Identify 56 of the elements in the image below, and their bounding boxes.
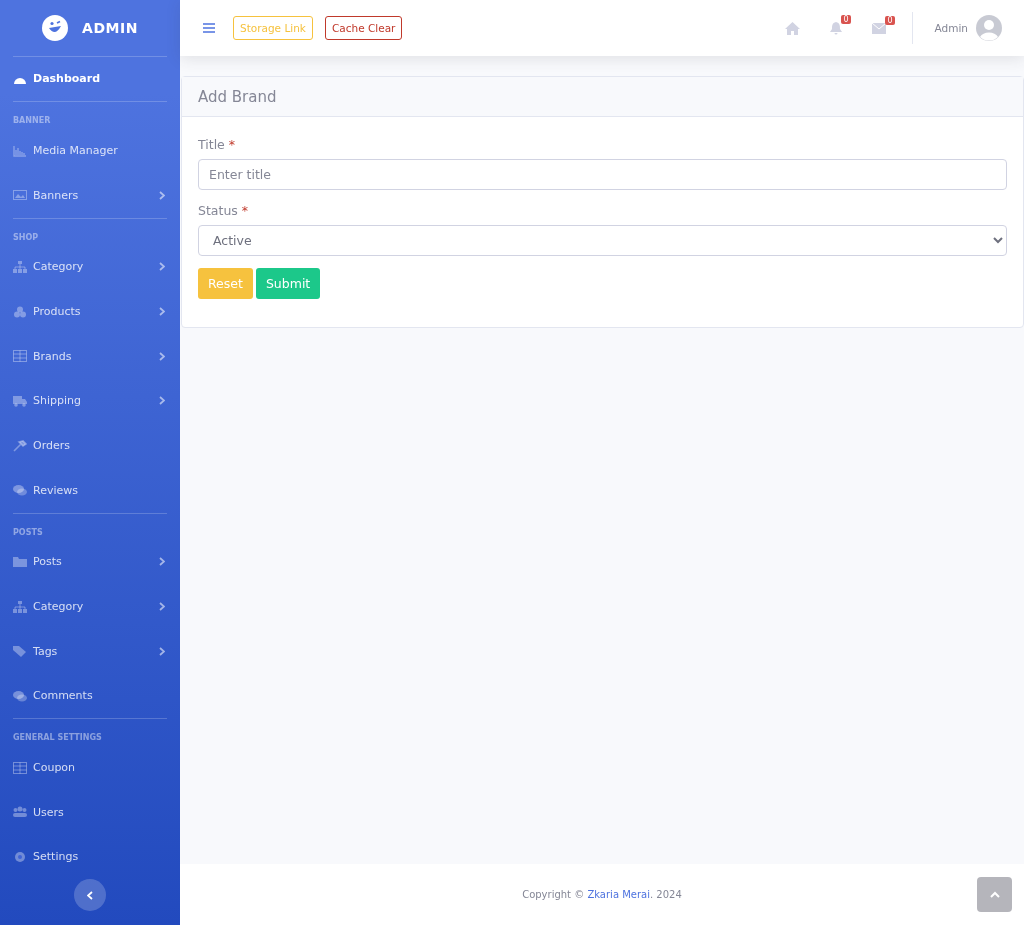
sidebar-item[interactable]: Banners bbox=[13, 172, 167, 218]
sidebar-item[interactable]: Dashboard bbox=[13, 56, 167, 102]
sidebar-heading: POSTS bbox=[13, 527, 44, 537]
sidebar-item[interactable]: Products bbox=[13, 289, 167, 334]
copyright-text: Copyright © Zkaria Merai. 2024 bbox=[522, 889, 682, 900]
sidebar-item[interactable]: Coupon bbox=[13, 745, 167, 790]
status-select[interactable]: Active bbox=[198, 225, 1007, 256]
table-icon bbox=[13, 761, 27, 774]
author-link[interactable]: Zkaria Merai bbox=[587, 889, 650, 900]
menu-icon[interactable] bbox=[203, 23, 215, 33]
bell-icon[interactable] bbox=[829, 21, 842, 35]
title-input[interactable]: Enter title bbox=[198, 159, 1007, 190]
hammer-icon bbox=[13, 439, 27, 452]
folder-icon bbox=[13, 555, 27, 568]
alerts-count-badge: 0 bbox=[841, 14, 851, 24]
sidebar-heading: BANNER bbox=[13, 116, 52, 126]
sidebar-item[interactable]: Settings bbox=[13, 834, 167, 880]
brand-title: ADMIN bbox=[82, 19, 138, 36]
top-button[interactable]: Cache Clear bbox=[324, 16, 403, 40]
sidebar-item[interactable]: Category bbox=[13, 584, 167, 629]
comments-icon bbox=[13, 689, 27, 702]
sidebar-item[interactable]: Users bbox=[13, 790, 167, 835]
sidebar-toggle-button[interactable] bbox=[74, 879, 106, 912]
sidebar-item[interactable]: Tags bbox=[13, 628, 167, 674]
cubes-icon bbox=[13, 305, 27, 318]
sidebar-item[interactable]: Posts bbox=[13, 539, 167, 585]
sidebar-item[interactable]: Orders bbox=[13, 423, 167, 468]
sidebar-item[interactable]: Comments bbox=[13, 673, 167, 719]
sidebar-item[interactable]: Category bbox=[13, 244, 167, 290]
image-icon bbox=[13, 189, 27, 202]
users-icon bbox=[13, 806, 27, 819]
field-label: Title * bbox=[198, 137, 236, 152]
envelope-icon[interactable] bbox=[871, 22, 886, 34]
sidebar-item[interactable]: Shipping bbox=[13, 378, 167, 424]
card-title: Add Brand bbox=[198, 87, 277, 106]
sidebar-heading: GENERAL SETTINGS bbox=[13, 733, 103, 743]
sidebar-item[interactable]: Reviews bbox=[13, 467, 167, 513]
sidebar-item[interactable]: Media Manager bbox=[13, 128, 167, 173]
table-icon bbox=[13, 350, 27, 363]
scroll-to-top-button[interactable] bbox=[977, 877, 1012, 912]
home-icon[interactable] bbox=[784, 21, 800, 35]
smiley-logo-icon bbox=[42, 14, 69, 41]
sitemap-icon bbox=[13, 600, 27, 613]
chevron-up-icon bbox=[989, 891, 1000, 898]
truck-icon bbox=[13, 394, 27, 407]
avatar-icon[interactable] bbox=[976, 15, 1002, 41]
sidebar-heading: SHOP bbox=[13, 232, 40, 242]
chart-icon bbox=[13, 144, 27, 157]
chevron-left-icon bbox=[87, 890, 93, 900]
messages-count-badge: 0 bbox=[885, 15, 895, 25]
field-label: Status * bbox=[198, 203, 250, 218]
sidebar-item[interactable]: Brands bbox=[13, 333, 167, 379]
tag-icon bbox=[13, 645, 27, 658]
user-name[interactable]: Admin bbox=[934, 22, 968, 34]
comments-icon bbox=[13, 484, 27, 497]
sitemap-icon bbox=[13, 260, 27, 273]
